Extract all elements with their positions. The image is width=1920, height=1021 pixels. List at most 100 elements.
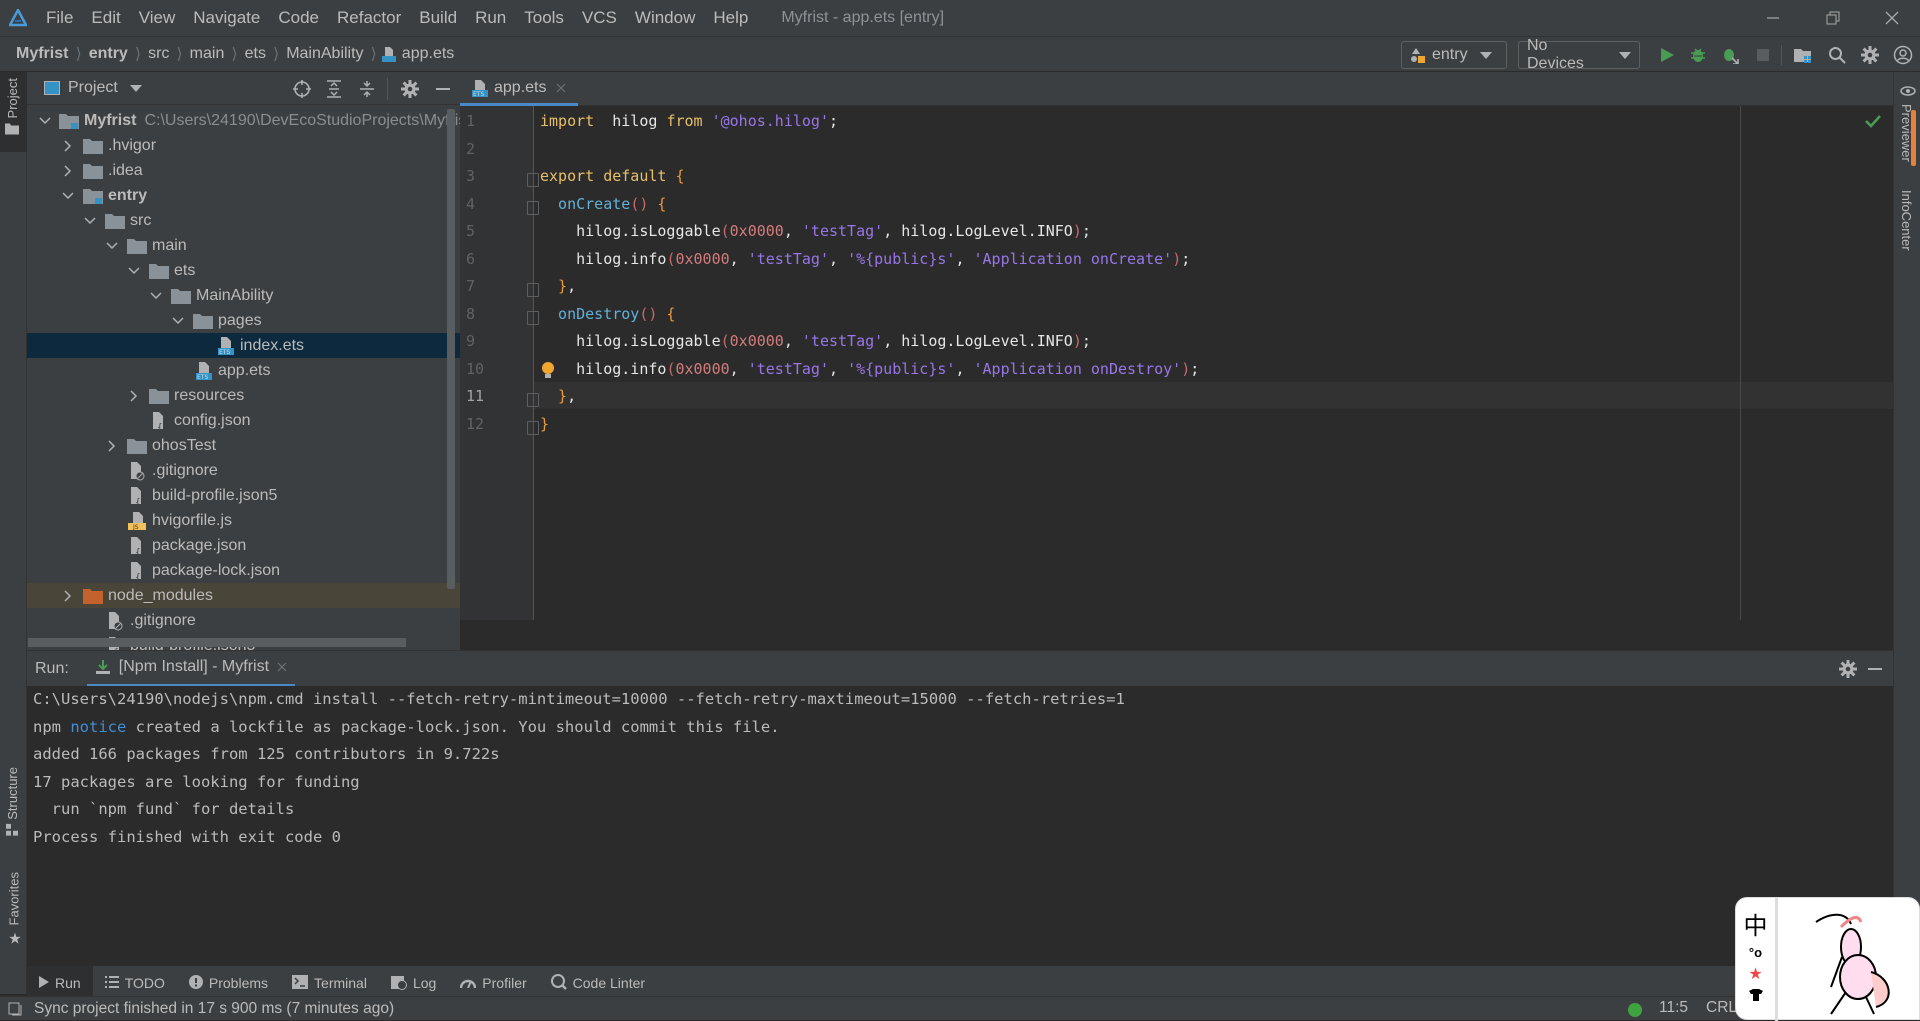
run-button[interactable]	[1657, 45, 1677, 65]
menu-build[interactable]: Build	[410, 0, 466, 36]
tree-item[interactable]: ETS app.ets	[27, 358, 460, 383]
fold-marker-icon[interactable]	[527, 200, 539, 215]
run-console[interactable]: C:\Users\24190\nodejs\npm.cmd install --…	[27, 686, 1893, 966]
tree-horizontal-scrollbar[interactable]	[28, 638, 406, 647]
tree-item[interactable]: ets	[27, 258, 460, 283]
bottom-tab-code-linter[interactable]: Code Linter	[539, 966, 657, 1000]
chevron-down-icon[interactable]	[105, 239, 119, 253]
breadcrumb-item[interactable]: src	[146, 45, 171, 63]
tree-item[interactable]: Myfrist C:\Users\24190\DevEcoStudioProjec…	[27, 108, 460, 133]
chevron-right-icon[interactable]	[105, 439, 119, 453]
bottom-tab-terminal[interactable]: Terminal	[280, 966, 379, 1000]
tree-item[interactable]: ETS index.ets	[27, 333, 460, 358]
tree-item[interactable]: pages	[27, 308, 460, 333]
menu-help[interactable]: Help	[704, 0, 757, 36]
chevron-down-icon[interactable]	[127, 264, 141, 278]
status-message[interactable]: Sync project finished in 17 s 900 ms (7 …	[34, 1000, 394, 1018]
npm-notice-link[interactable]: notice	[70, 718, 126, 736]
tool-window-structure-button[interactable]: Structure	[5, 767, 20, 836]
tree-item[interactable]: {} package-lock.json	[27, 558, 460, 583]
stop-button[interactable]	[1753, 45, 1773, 65]
tree-item[interactable]: JS hvigorfile.js	[27, 508, 460, 533]
chevron-down-icon[interactable]	[129, 84, 142, 92]
chevron-down-icon[interactable]	[171, 314, 185, 328]
menu-tools[interactable]: Tools	[515, 0, 573, 36]
device-select[interactable]: No Devices	[1518, 37, 1640, 72]
chevron-right-icon[interactable]	[127, 389, 141, 403]
menu-run[interactable]: Run	[466, 0, 515, 36]
tree-item[interactable]: .idea	[27, 158, 460, 183]
inspection-ok-icon[interactable]	[1865, 114, 1881, 128]
menu-navigate[interactable]: Navigate	[184, 0, 269, 36]
fold-marker-icon[interactable]	[527, 310, 539, 325]
bottom-tab-todo[interactable]: TODO	[93, 966, 177, 1000]
tree-item[interactable]: node_modules	[27, 583, 460, 608]
editor-scrollbar-marker[interactable]	[1911, 110, 1916, 166]
caret-position[interactable]: 11:5	[1659, 999, 1688, 1017]
module-select[interactable]: entry	[1401, 41, 1507, 69]
tree-item[interactable]: MainAbility	[27, 283, 460, 308]
tree-item[interactable]: .hvigor	[27, 133, 460, 158]
tree-item[interactable]: ohosTest	[27, 433, 460, 458]
bottom-tab-profiler[interactable]: Profiler	[448, 966, 538, 1000]
tree-item[interactable]: {} build-profile.json5	[27, 483, 460, 508]
chevron-right-icon[interactable]	[61, 164, 75, 178]
tree-item[interactable]: main	[27, 233, 460, 258]
tree-item[interactable]: {} package.json	[27, 533, 460, 558]
tree-item[interactable]: src	[27, 208, 460, 233]
collapse-all-icon[interactable]	[359, 80, 375, 98]
skin-icon[interactable]	[1748, 988, 1764, 1002]
close-tab-icon[interactable]	[556, 83, 566, 93]
tool-window-favorites-button[interactable]: ★ Favorites	[5, 872, 23, 947]
breadcrumb-item[interactable]: MainAbility	[284, 45, 365, 63]
ime-mode[interactable]: 中	[1744, 906, 1768, 941]
star-icon[interactable]: ★	[1748, 964, 1762, 984]
account-button[interactable]	[1893, 45, 1913, 65]
debug-button[interactable]	[1688, 45, 1708, 65]
menu-view[interactable]: View	[130, 0, 185, 36]
toggle-tool-windows-icon[interactable]	[8, 1002, 22, 1016]
fold-marker-icon[interactable]	[527, 173, 539, 187]
bottom-tab-log[interactable]: Log	[379, 966, 448, 1000]
chevron-down-icon[interactable]	[61, 189, 75, 203]
breadcrumb-item[interactable]: entry	[87, 45, 130, 63]
chevron-right-icon[interactable]	[61, 139, 75, 153]
menu-window[interactable]: Window	[626, 0, 704, 36]
status-indicator-icon[interactable]	[1628, 1003, 1642, 1017]
menu-edit[interactable]: Edit	[82, 0, 129, 36]
run-tab-npm-install[interactable]: [Npm Install] - Myfrist	[86, 651, 296, 687]
breadcrumb-item[interactable]: ets	[243, 45, 268, 63]
settings-icon[interactable]	[1839, 660, 1857, 678]
tool-window-infocenter-button[interactable]: InfoCenter	[1899, 190, 1914, 251]
tree-item[interactable]: {} config.json	[27, 408, 460, 433]
tree-item[interactable]: resources	[27, 383, 460, 408]
project-structure-button[interactable]	[1793, 45, 1813, 65]
locate-icon[interactable]	[293, 80, 311, 98]
chevron-down-icon[interactable]	[149, 289, 163, 303]
restore-button[interactable]	[1805, 0, 1861, 36]
tree-vertical-scrollbar[interactable]	[447, 109, 455, 589]
tree-item[interactable]: entry	[27, 183, 460, 208]
lightbulb-icon[interactable]	[540, 361, 556, 381]
fold-marker-icon[interactable]	[527, 420, 539, 435]
tree-item[interactable]: .gitignore	[27, 458, 460, 483]
menu-refactor[interactable]: Refactor	[328, 0, 410, 36]
breadcrumb-item[interactable]: app.ets	[400, 45, 456, 63]
hide-panel-icon[interactable]	[435, 80, 451, 98]
menu-vcs[interactable]: VCS	[573, 0, 626, 36]
hide-panel-icon[interactable]	[1867, 661, 1883, 677]
breadcrumb-item[interactable]: main	[188, 45, 227, 63]
close-button[interactable]	[1864, 0, 1920, 36]
settings-icon[interactable]	[401, 80, 419, 98]
bottom-tab-problems[interactable]: Problems	[177, 966, 280, 1000]
menu-file[interactable]: File	[37, 0, 82, 36]
ime-widget[interactable]: 中 °o ★	[1735, 897, 1920, 1021]
chevron-down-icon[interactable]	[83, 214, 97, 228]
code-editor[interactable]: 1 2 3 4 5 6 7 8 9 10 11 12 import hilog from '@ohos…	[460, 106, 1893, 650]
chevron-down-icon[interactable]	[39, 114, 51, 128]
chevron-right-icon[interactable]	[61, 589, 75, 603]
ime-punctuation[interactable]: °o	[1749, 945, 1762, 960]
fold-marker-icon[interactable]	[527, 283, 539, 297]
menu-code[interactable]: Code	[269, 0, 328, 36]
search-button[interactable]	[1827, 45, 1847, 65]
